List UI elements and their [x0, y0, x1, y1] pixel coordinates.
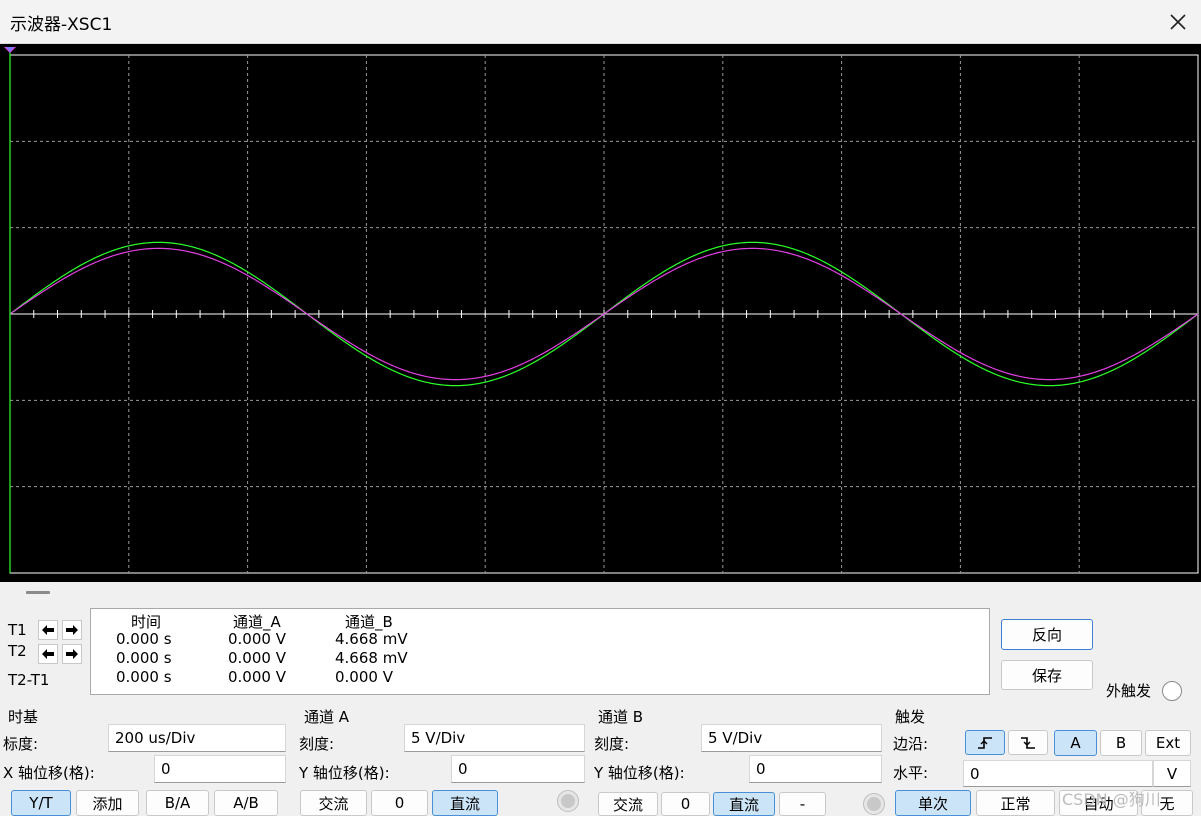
channel-b-scale-label: 刻度:: [594, 735, 630, 753]
t1-label: T1: [8, 621, 27, 639]
arrow-left-icon: [42, 625, 54, 635]
mode-ab-button[interactable]: A/B: [214, 790, 278, 816]
title-bar: 示波器-XSC1: [0, 0, 1201, 44]
t1-left-button[interactable]: [38, 620, 58, 640]
channel-a-section-label: 通道 A: [304, 708, 350, 726]
channel-b-zero-button[interactable]: 0: [661, 792, 710, 816]
mode-ba-button[interactable]: B/A: [146, 790, 209, 816]
save-button[interactable]: 保存: [1001, 660, 1093, 690]
timebase-scale-field[interactable]: 200 us/Div: [108, 724, 286, 752]
timebase-scale-label: 标度:: [3, 735, 39, 753]
watermark-text: CSDN @狗川: [1062, 790, 1161, 809]
falling-edge-icon: [1021, 736, 1035, 749]
t2-channel-a-value: 0.000 V: [228, 649, 286, 667]
x-position-field[interactable]: 0: [154, 755, 286, 783]
header-channel-a: 通道_A: [233, 613, 281, 631]
channel-a-zero-button[interactable]: 0: [371, 790, 428, 816]
arrow-right-icon: [66, 625, 78, 635]
oscilloscope-screen: [0, 44, 1201, 582]
channel-a-ypos-label: Y 轴位移(格):: [299, 764, 390, 782]
t1-channel-a-value: 0.000 V: [228, 630, 286, 648]
diff-channel-a-value: 0.000 V: [228, 668, 286, 686]
trigger-level-unit[interactable]: V: [1153, 760, 1191, 787]
channel-a-scale-field[interactable]: 5 V/Div: [404, 724, 585, 752]
waveform-display: [4, 47, 1199, 574]
panel-splitter[interactable]: [0, 582, 1201, 608]
diff-time-value: 0.000 s: [116, 668, 172, 686]
close-button[interactable]: [1155, 0, 1201, 44]
arrow-right-icon: [66, 649, 78, 659]
rising-edge-icon: [978, 736, 992, 749]
diff-channel-b-value: 0.000 V: [335, 668, 393, 686]
window-title: 示波器-XSC1: [10, 15, 113, 35]
timebase-section-label: 时基: [8, 708, 39, 726]
t2-left-button[interactable]: [38, 644, 58, 664]
trigger-single-button[interactable]: 单次: [895, 790, 971, 816]
channel-b-scale-field[interactable]: 5 V/Div: [701, 724, 882, 752]
trigger-level-field[interactable]: 0: [963, 760, 1153, 787]
header-time: 时间: [131, 613, 162, 631]
mode-yt-button[interactable]: Y/T: [11, 790, 71, 816]
header-channel-b: 通道_B: [345, 613, 393, 631]
rising-edge-button[interactable]: [965, 730, 1005, 755]
trigger-normal-button[interactable]: 正常: [976, 790, 1055, 816]
channel-a-color-dot[interactable]: [558, 791, 578, 811]
channel-b-ac-button[interactable]: 交流: [598, 792, 658, 816]
channel-b-minus-button[interactable]: -: [779, 792, 826, 816]
channel-a-ypos-field[interactable]: 0: [451, 755, 585, 783]
t2-channel-b-value: 4.668 mV: [335, 649, 408, 667]
t1-channel-b-value: 4.668 mV: [335, 630, 408, 648]
ext-trigger-radio[interactable]: [1162, 681, 1182, 701]
t2-label: T2: [8, 642, 27, 660]
trigger-source-b-button[interactable]: B: [1100, 730, 1142, 756]
splitter-grip-icon[interactable]: [26, 591, 50, 594]
trigger-source-ext-button[interactable]: Ext: [1145, 730, 1191, 756]
t1-time-value: 0.000 s: [116, 630, 172, 648]
t1-right-button[interactable]: [62, 620, 82, 640]
arrow-left-icon: [42, 649, 54, 659]
cursor-readout-table: 时间 通道_A 通道_B 0.000 s 0.000 V 4.668 mV 0.…: [90, 608, 990, 695]
channel-b-section-label: 通道 B: [598, 708, 644, 726]
x-position-label: X 轴位移(格):: [3, 764, 95, 782]
t2-time-value: 0.000 s: [116, 649, 172, 667]
t2-t1-label: T2-T1: [8, 671, 50, 689]
channel-b-ypos-label: Y 轴位移(格):: [594, 764, 685, 782]
channel-a-dc-button[interactable]: 直流: [432, 790, 498, 816]
reverse-button[interactable]: 反向: [1001, 619, 1093, 650]
trigger-section-label: 触发: [895, 708, 926, 726]
trigger-source-a-button[interactable]: A: [1054, 730, 1097, 756]
channel-b-color-dot[interactable]: [864, 794, 884, 814]
t2-right-button[interactable]: [62, 644, 82, 664]
close-icon: [1170, 14, 1186, 30]
mode-add-button[interactable]: 添加: [76, 790, 139, 816]
ext-trigger-label: 外触发: [1106, 682, 1152, 700]
channel-a-ac-button[interactable]: 交流: [300, 790, 367, 816]
channel-b-ypos-field[interactable]: 0: [749, 755, 882, 783]
channel-b-dc-button[interactable]: 直流: [713, 792, 775, 816]
trigger-edge-label: 边沿:: [893, 735, 929, 753]
falling-edge-button[interactable]: [1008, 730, 1048, 755]
trigger-level-label: 水平:: [893, 764, 929, 782]
channel-a-scale-label: 刻度:: [299, 735, 335, 753]
